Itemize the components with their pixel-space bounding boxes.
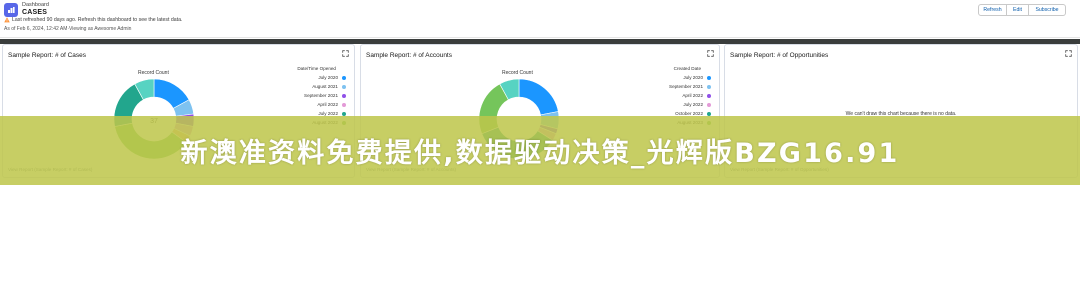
legend-dot — [342, 93, 346, 98]
legend-label: July 2020 — [683, 75, 703, 80]
donut-slice[interactable] — [518, 78, 559, 116]
refresh-notice-text: Last refreshed 90 days ago. Refresh this… — [12, 17, 183, 23]
warning-icon — [4, 17, 10, 23]
watermark-text: 新澳准资料免费提供,数据驱动决策_光辉版BZG16.91 — [180, 138, 900, 169]
legend-dot — [707, 75, 711, 80]
header-actions: Refresh Edit Subscribe — [978, 4, 1066, 16]
legend-dot — [342, 111, 346, 116]
legend-item[interactable]: April 2022 — [266, 100, 346, 109]
edit-button[interactable]: Edit — [1007, 4, 1029, 16]
legend-label: September 2021 — [669, 84, 703, 89]
legend-item[interactable]: September 2021 — [631, 82, 711, 91]
expand-icon[interactable] — [707, 50, 714, 57]
record-count-label: Record Count — [502, 70, 533, 76]
refresh-button[interactable]: Refresh — [978, 4, 1007, 16]
legend-label: July 2020 — [318, 75, 338, 80]
legend-title: Created Date — [673, 66, 701, 71]
legend-title: Date/Time Opened — [297, 66, 336, 71]
legend-item[interactable]: August 2021 — [266, 82, 346, 91]
legend-item[interactable]: July 2022 — [631, 100, 711, 109]
legend-label: July 2022 — [683, 102, 703, 107]
dashboard-page: Dashboard CASES Last refreshed 90 days a… — [0, 0, 1080, 294]
page-title: CASES — [22, 9, 48, 16]
legend-dot — [342, 84, 346, 89]
legend-item[interactable]: July 2020 — [631, 73, 711, 82]
record-count-label: Record Count — [138, 70, 169, 76]
legend-dot — [342, 102, 346, 107]
legend-dot — [707, 93, 711, 98]
dashboard-header: Dashboard CASES Last refreshed 90 days a… — [0, 0, 1080, 38]
card-title: Sample Report: # of Opportunities — [730, 52, 829, 59]
expand-icon[interactable] — [1065, 50, 1072, 57]
empty-canvas-area — [0, 185, 1080, 294]
subscribe-button[interactable]: Subscribe — [1029, 4, 1066, 16]
card-title: Sample Report: # of Cases — [8, 52, 87, 59]
as-of-text: As of Feb 6, 2024, 12:42 AM·Viewing as A… — [4, 26, 132, 32]
legend-dot — [342, 75, 346, 80]
legend-item[interactable]: April 2022 — [631, 91, 711, 100]
dashboard-app-icon — [4, 3, 18, 17]
legend-label: April 2022 — [317, 102, 338, 107]
legend-item[interactable]: July 2020 — [266, 73, 346, 82]
legend-dot — [707, 111, 711, 116]
legend-label: September 2021 — [304, 93, 338, 98]
card-title: Sample Report: # of Accounts — [366, 52, 452, 59]
expand-icon[interactable] — [342, 50, 349, 57]
refresh-notice: Last refreshed 90 days ago. Refresh this… — [4, 17, 182, 23]
legend-dot — [707, 102, 711, 107]
legend-label: August 2021 — [312, 84, 338, 89]
legend-dot — [707, 84, 711, 89]
legend-item[interactable]: September 2021 — [266, 91, 346, 100]
breadcrumb: Dashboard — [22, 2, 49, 8]
legend-label: April 2022 — [682, 93, 703, 98]
